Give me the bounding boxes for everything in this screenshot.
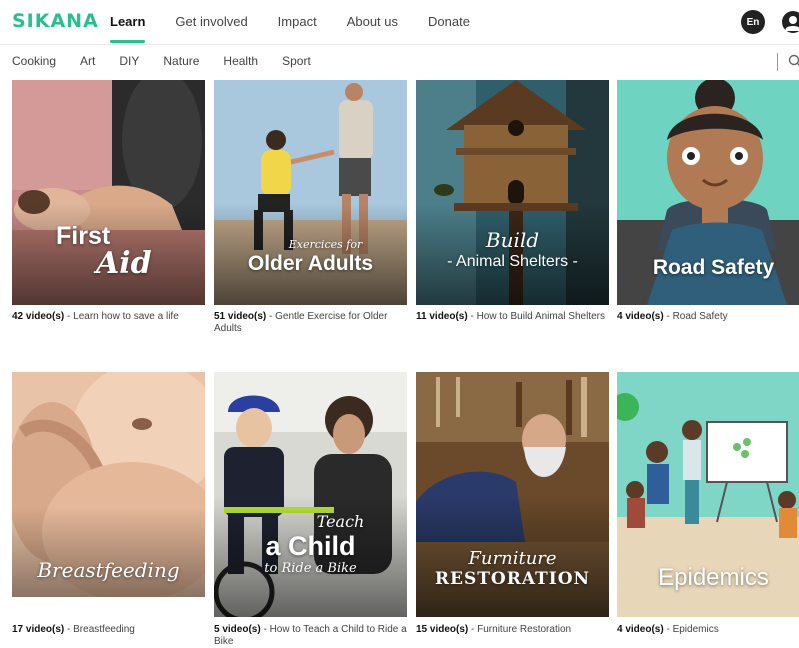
language-button[interactable]: En (741, 10, 765, 34)
category-sport[interactable]: Sport (282, 54, 311, 68)
nav-get-involved[interactable]: Get involved (175, 14, 247, 29)
sikana-logo[interactable]: SIKANA (12, 10, 99, 32)
course-caption: 5 video(s) - How to Teach a Child to Rid… (214, 624, 407, 647)
course-thumbnail[interactable]: Teach a Child to Ride a Bike (214, 372, 407, 617)
divider (777, 53, 778, 71)
course-title: Road Safety (652, 256, 775, 279)
search-icon[interactable] (788, 54, 799, 68)
category-nature[interactable]: Nature (163, 54, 199, 68)
top-navigation: SIKANA Learn Get involved Impact About u… (0, 0, 799, 45)
course-caption: 4 video(s) - Epidemics (617, 624, 719, 635)
course-thumbnail[interactable]: Build - Animal Shelters - (416, 80, 609, 305)
course-thumbnail[interactable]: Exercices for Older Adults (214, 80, 407, 305)
course-thumbnail[interactable]: Breastfeeding (12, 372, 205, 597)
category-bar: Cooking Art DIY Nature Health Sport (0, 45, 799, 79)
nav-about-us[interactable]: About us (347, 14, 398, 29)
course-title: Teach a Child to Ride a Bike (264, 512, 365, 576)
course-caption: 42 video(s) - Learn how to save a life (12, 311, 179, 322)
course-title: Furniture RESTORATION (434, 548, 591, 589)
course-thumbnail[interactable]: Epidemics (617, 372, 799, 617)
course-thumbnail[interactable]: Furniture RESTORATION (416, 372, 609, 617)
course-caption: 11 video(s) - How to Build Animal Shelte… (416, 311, 605, 322)
course-title: Build - Animal Shelters - (447, 228, 578, 270)
course-caption: 17 video(s) - Breastfeeding (12, 624, 135, 635)
category-cooking[interactable]: Cooking (12, 54, 56, 68)
main-nav: Learn Get involved Impact About us Donat… (110, 14, 500, 43)
course-caption: 15 video(s) - Furniture Restoration (416, 624, 572, 635)
course-thumbnail[interactable]: First Aid (12, 80, 205, 305)
category-art[interactable]: Art (80, 54, 95, 68)
nav-donate[interactable]: Donate (428, 14, 470, 29)
nav-learn[interactable]: Learn (110, 14, 146, 43)
nav-impact[interactable]: Impact (278, 14, 317, 29)
course-title: Breastfeeding (37, 558, 180, 582)
course-title: First Aid (56, 222, 152, 281)
course-caption: 51 video(s) - Gentle Exercise for Older … (214, 311, 388, 334)
course-thumbnail[interactable]: Road Safety (617, 80, 799, 305)
user-icon[interactable] (781, 10, 799, 34)
course-caption: 4 video(s) - Road Safety (617, 311, 728, 322)
category-diy[interactable]: DIY (119, 54, 139, 68)
category-health[interactable]: Health (223, 54, 258, 68)
course-title: Exercices for Older Adults (247, 238, 374, 275)
course-title: Epidemics (658, 564, 769, 591)
